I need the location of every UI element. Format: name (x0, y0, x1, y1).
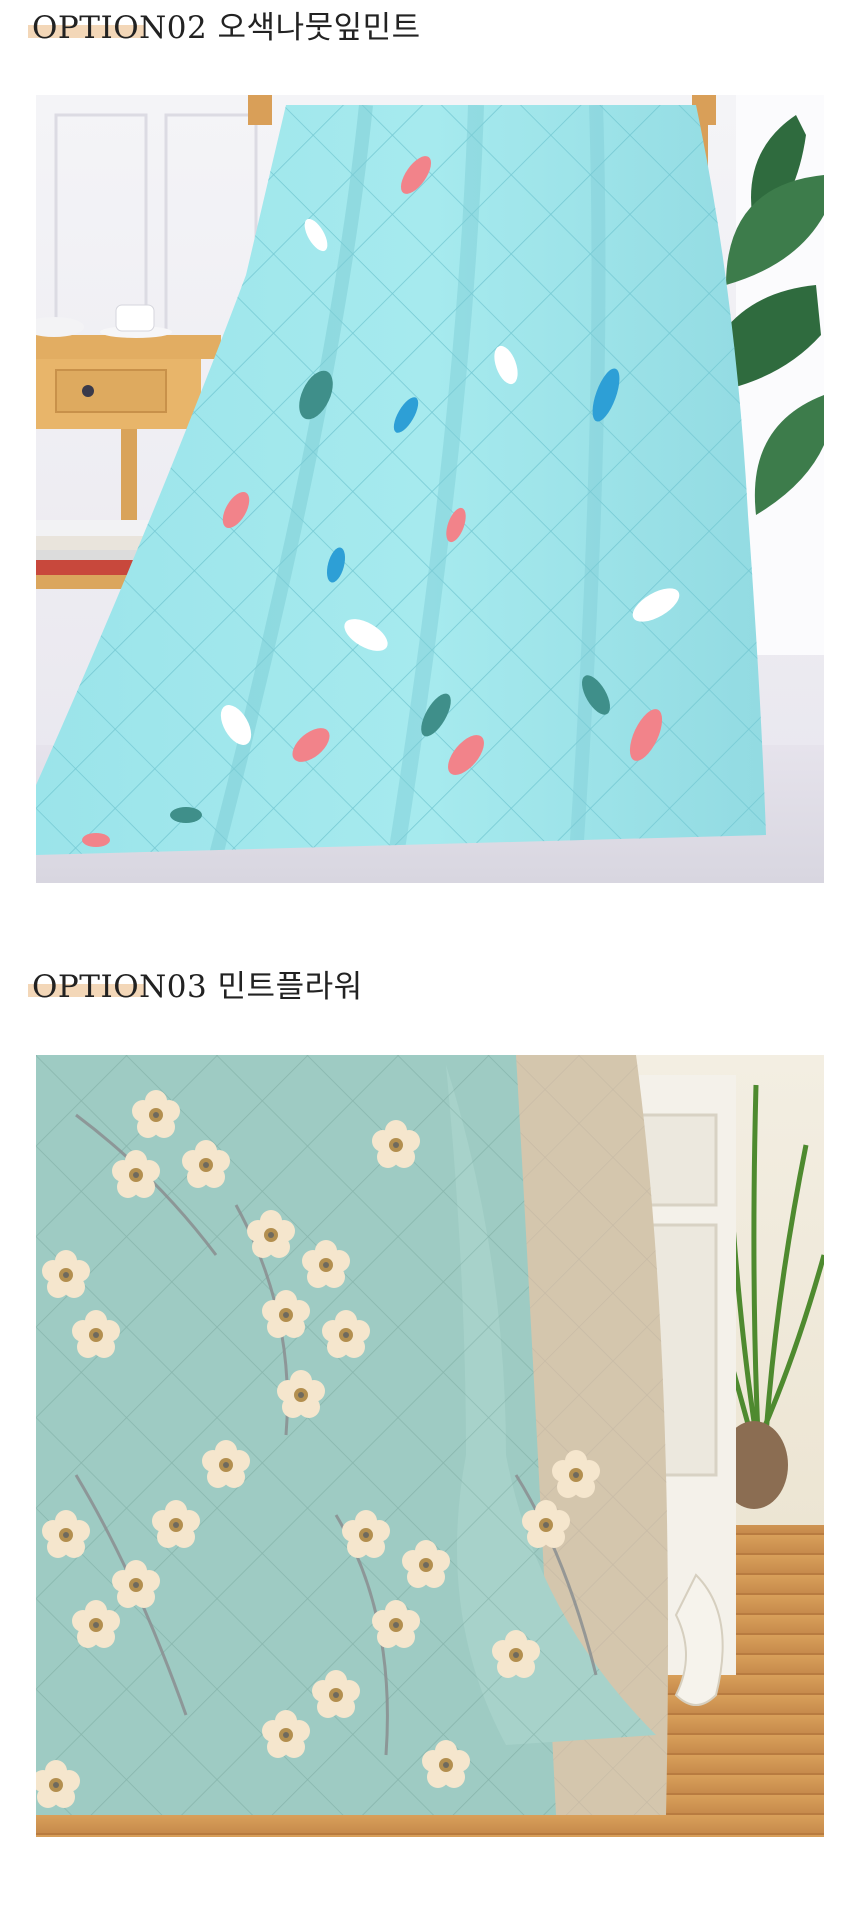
option03-title: OPTION03 민트플라워 (32, 969, 363, 1005)
option02-title: OPTION02 오색나뭇잎민트 (32, 10, 421, 46)
mint-flower-quilt-image (36, 1055, 824, 1837)
option02-photo (36, 95, 824, 883)
mint-leaf-quilt-image (36, 95, 824, 883)
option03-photo (36, 1055, 824, 1837)
